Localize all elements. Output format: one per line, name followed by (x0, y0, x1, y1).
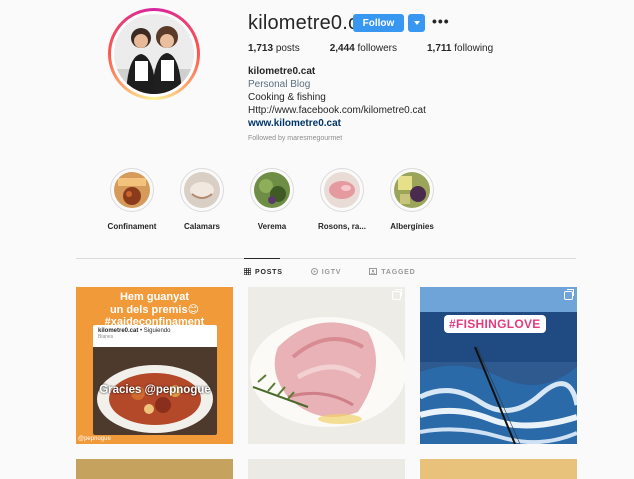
avatar-illustration (114, 14, 194, 94)
highlight-cover (324, 172, 360, 208)
embedded-follow-status: • Siguiendo (140, 328, 171, 334)
avatar-photo (114, 14, 194, 94)
tab-label: POSTS (255, 269, 283, 276)
followed-by[interactable]: Followed by maresmegourmet (248, 135, 342, 142)
highlight-verema[interactable]: Verema (237, 168, 307, 231)
tab-igtv[interactable]: IGTV (310, 268, 342, 277)
fish-photo (248, 287, 405, 444)
bio-line: Http://www.facebook.com/kilometre0.cat (248, 105, 426, 116)
embedded-post-card: kilometre0.cat • Siguiendo Blanes Gracie… (93, 325, 217, 435)
thanks-overlay: Gracies @pepnogue (99, 384, 211, 396)
highlight-label: Calamars (183, 222, 221, 231)
highlight-ring (320, 168, 364, 212)
highlight-ring (390, 168, 434, 212)
highlight-label: Rosons, ra... (317, 222, 366, 231)
profile-avatar[interactable] (108, 8, 200, 100)
igtv-icon (310, 268, 318, 277)
highlight-rosons[interactable]: Rosons, ra... (307, 168, 377, 231)
posts-label: posts (275, 43, 300, 54)
highlight-cover (254, 172, 290, 208)
posts-count: 1,713 (248, 43, 274, 54)
post-tile[interactable]: Hem guanyat un dels premis😊 #xaideconfin… (76, 287, 233, 444)
highlight-label: Confinament (107, 222, 157, 231)
profile-tabs: POSTS IGTV TAGGED (243, 267, 444, 277)
options-button[interactable]: ••• (432, 14, 450, 28)
highlight-label: Verema (257, 222, 287, 231)
post-credit: @pepnogue (78, 436, 111, 442)
tab-tagged[interactable]: TAGGED (369, 268, 415, 277)
tab-label: IGTV (321, 269, 342, 276)
bio-website-link[interactable]: www.kilometre0.cat (248, 117, 426, 130)
tag-icon (369, 268, 378, 277)
highlight-ring (250, 168, 294, 212)
embedded-post-header: kilometre0.cat • Siguiendo Blanes (93, 325, 217, 343)
following-count: 1,711 (427, 43, 452, 54)
post-tile[interactable] (76, 459, 233, 479)
avatar-inner (111, 11, 197, 97)
highlight-albergines[interactable]: Albergínies (377, 168, 447, 231)
followers-stat[interactable]: 2,444 followers (330, 43, 397, 54)
grid-icon (243, 267, 252, 277)
tab-label: TAGGED (381, 269, 416, 276)
post-hashtag-sticker: #FISHINGLOVE (444, 315, 546, 333)
highlight-confinament[interactable]: Confinament (97, 168, 167, 231)
highlight-calamars[interactable]: Calamars (167, 168, 237, 231)
posts-stat: 1,713 posts (248, 43, 300, 54)
carousel-icon (392, 289, 402, 300)
following-stat[interactable]: 1,711 following (427, 43, 493, 54)
highlight-cover (114, 172, 150, 208)
profile-stats: 1,713 posts 2,444 followers 1,711 follow… (248, 43, 523, 54)
sea-photo (420, 287, 577, 444)
story-highlights: Confinament Calamars Verema Rosons, ra..… (97, 168, 447, 231)
post-tile[interactable]: #FISHINGLOVE (420, 287, 577, 444)
post-tile[interactable] (248, 287, 405, 444)
suggested-accounts-button[interactable] (408, 14, 425, 32)
post-caption-line: Hem guanyat (119, 291, 190, 303)
embedded-location: Blanes (98, 334, 114, 340)
carousel-icon (564, 289, 574, 300)
caret-down-icon (413, 21, 420, 25)
bio-name: kilometre0.cat (248, 66, 316, 77)
tab-posts[interactable]: POSTS (243, 267, 283, 277)
highlight-cover (184, 172, 220, 208)
bio-category: Personal Blog (248, 79, 311, 90)
post-tile[interactable] (248, 459, 405, 479)
tabs-divider (76, 258, 576, 259)
highlight-ring (110, 168, 154, 212)
bio-line: Cooking & fishing (248, 92, 326, 103)
active-tab-indicator (244, 258, 280, 259)
following-label: following (454, 43, 494, 54)
followers-count: 2,444 (329, 43, 355, 54)
post-caption-overlay: Hem guanyat un dels premis😊 #xaideconfin… (76, 291, 233, 329)
post-tile[interactable] (420, 459, 577, 479)
follow-button[interactable]: Follow (353, 14, 404, 32)
post-caption-line: un dels premis😊 (109, 303, 200, 316)
highlight-ring (180, 168, 224, 212)
highlight-label: Albergínies (390, 222, 434, 231)
highlight-cover (394, 172, 430, 208)
followers-label: followers (357, 43, 397, 54)
profile-bio: kilometre0.cat Personal Blog Cooking & f… (248, 65, 426, 130)
